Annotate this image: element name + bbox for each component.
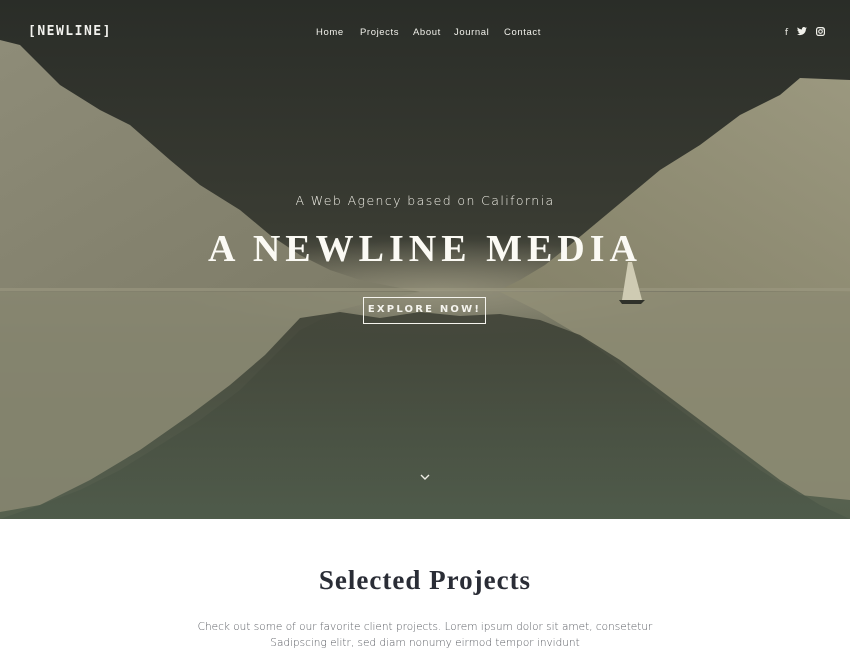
hero-headline: A NEWLINE MEDIA	[208, 228, 642, 270]
description-line-2: Sadipscing elitr, sed diam nonumy eirmod…	[270, 637, 580, 649]
chevron-down-icon[interactable]	[418, 470, 432, 484]
nav-item-contact[interactable]: Contact	[504, 27, 541, 38]
nav-item-journal[interactable]: Journal	[454, 27, 489, 38]
description-line-1: Check out some of our favorite client pr…	[197, 621, 653, 633]
facebook-icon[interactable]: f	[785, 28, 788, 38]
section-title: Selected Projects	[318, 565, 532, 595]
nav-item-projects[interactable]: Projects	[360, 27, 399, 38]
nav-item-about[interactable]: About	[413, 27, 441, 38]
explore-now-button[interactable]: EXPLORE NOW!	[363, 297, 486, 324]
social-links: f	[785, 27, 826, 39]
main-nav: Home Projects About Journal Contact	[0, 27, 850, 41]
hero-subtitle: A Web Agency based on California	[295, 193, 555, 208]
instagram-icon[interactable]	[816, 27, 826, 39]
hero-section: [NEWLINE] Home Projects About Journal Co…	[0, 0, 850, 519]
section-description: Check out some of our favorite client pr…	[0, 619, 850, 651]
twitter-icon[interactable]	[797, 27, 807, 39]
nav-item-home[interactable]: Home	[316, 27, 344, 38]
